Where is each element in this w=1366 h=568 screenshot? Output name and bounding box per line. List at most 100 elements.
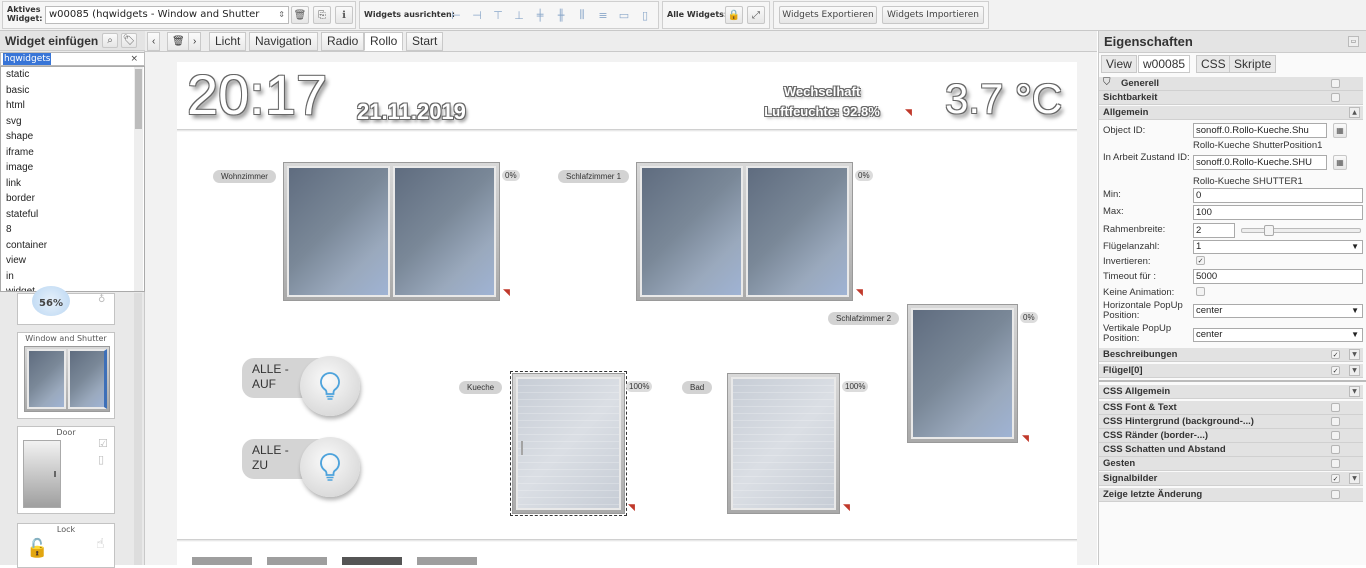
same-width-icon[interactable]: ▭: [616, 7, 632, 23]
section-checkbox[interactable]: [1331, 93, 1340, 102]
window-kueche-selected[interactable]: [510, 371, 627, 516]
section-signalbilder[interactable]: Signalbilder ✓ ▼: [1099, 472, 1363, 486]
same-height-icon[interactable]: ▯: [637, 7, 653, 23]
widget-card-lock[interactable]: Lock 🔓 ☝: [17, 523, 115, 568]
align-center-h-icon[interactable]: ╫: [553, 7, 569, 23]
copy-icon[interactable]: ⎘: [313, 6, 331, 24]
section-checkbox[interactable]: [1331, 79, 1340, 88]
section-sichtbarkeit[interactable]: Sichtbarkeit: [1099, 91, 1363, 105]
dropdown-scrollbar[interactable]: [134, 67, 143, 291]
widget-set-dropdown[interactable]: static basic html svg shape iframe image link bo…: [0, 66, 145, 292]
view-tab-radio[interactable]: Radio: [321, 32, 365, 51]
tab-delete-icon[interactable]: 🗑: [167, 32, 190, 51]
delete-icon[interactable]: 🗑: [291, 6, 309, 24]
dropdown-item[interactable]: link: [1, 176, 144, 192]
view-tab-navigation[interactable]: Navigation: [249, 32, 318, 51]
tab-scripts[interactable]: Skripte: [1229, 55, 1277, 73]
widget-card-window-shutter[interactable]: Window and Shutter: [17, 332, 115, 419]
align-bottom-icon[interactable]: ⊥: [511, 7, 527, 23]
section-checkbox[interactable]: [1331, 403, 1340, 412]
section-checkbox[interactable]: ✓: [1331, 474, 1340, 483]
align-right-icon[interactable]: ⊣: [469, 7, 485, 23]
expand-down-icon[interactable]: ▼: [1349, 473, 1360, 484]
widget-search-input[interactable]: hqwidgets ×: [0, 52, 145, 66]
section-css-shadow[interactable]: CSS Schatten und Abstand: [1099, 443, 1363, 457]
section-checkbox[interactable]: ✓: [1331, 350, 1340, 359]
section-checkbox[interactable]: ✓: [1331, 366, 1340, 375]
dropdown-item[interactable]: static: [1, 67, 144, 83]
section-css-font[interactable]: CSS Font & Text: [1099, 401, 1363, 415]
alle-zu-button[interactable]: ALLE - ZU: [242, 437, 367, 501]
section-css-background[interactable]: CSS Hintergrund (background-...): [1099, 415, 1363, 429]
section-css-allgemein[interactable]: CSS Allgemein ▼: [1099, 385, 1363, 399]
dropdown-item[interactable]: basic: [1, 83, 144, 99]
no-animation-checkbox[interactable]: [1196, 287, 1205, 296]
window-wohnzimmer[interactable]: [283, 162, 500, 301]
collapse-up-icon[interactable]: ▲: [1349, 107, 1360, 118]
widget-card-dimmer[interactable]: 56% ♁: [17, 286, 115, 325]
section-letzte-aenderung[interactable]: Zeige letzte Änderung: [1099, 488, 1363, 502]
export-widgets-button[interactable]: Widgets Exportieren: [779, 6, 877, 24]
expand-down-icon[interactable]: ▼: [1349, 365, 1360, 376]
min-input[interactable]: 0: [1193, 188, 1363, 203]
object-picker-icon[interactable]: ▦: [1333, 155, 1347, 170]
tab-next-icon[interactable]: ›: [188, 32, 202, 51]
dropdown-item[interactable]: iframe: [1, 145, 144, 161]
slider-handle[interactable]: [1264, 225, 1274, 236]
section-checkbox[interactable]: [1331, 431, 1340, 440]
object-picker-icon[interactable]: ▦: [1333, 123, 1347, 138]
expand-down-icon[interactable]: ▼: [1349, 386, 1360, 397]
section-css-border[interactable]: CSS Ränder (border-...): [1099, 429, 1363, 443]
tag-icon[interactable]: 🏷: [121, 33, 137, 48]
tab-css[interactable]: CSS: [1196, 55, 1231, 73]
dropdown-item[interactable]: view: [1, 253, 144, 269]
dropdown-item[interactable]: 8: [1, 222, 144, 238]
wings-select[interactable]: 1 ▼: [1193, 240, 1363, 254]
search-icon[interactable]: ⌕: [102, 33, 118, 48]
window-bad[interactable]: [727, 373, 840, 514]
distribute-h-icon[interactable]: ⫼: [574, 7, 590, 23]
section-checkbox[interactable]: [1331, 417, 1340, 426]
section-generell[interactable]: ⛉ Generell: [1099, 77, 1363, 91]
view-tab-licht[interactable]: Licht: [209, 32, 247, 51]
invert-checkbox[interactable]: ✓: [1196, 256, 1205, 265]
collapse-icon[interactable]: ▭: [1348, 36, 1359, 47]
object-id-input[interactable]: sonoff.0.Rollo-Kueche.Shu: [1193, 123, 1327, 138]
alle-auf-button[interactable]: ALLE - AUF: [242, 356, 367, 420]
dropdown-item[interactable]: widget: [1, 284, 144, 291]
section-fluegel[interactable]: Flügel[0] ✓ ▼: [1099, 364, 1363, 378]
footer-nav-button[interactable]: [267, 557, 327, 565]
palette-scrollbar[interactable]: [134, 293, 142, 565]
hpos-select[interactable]: center ▼: [1193, 304, 1363, 318]
dropdown-item[interactable]: container: [1, 238, 144, 254]
dropdown-item[interactable]: in: [1, 269, 144, 285]
window-schlafzimmer-2[interactable]: [907, 304, 1018, 443]
frame-width-input[interactable]: 2: [1193, 223, 1235, 238]
timeout-input[interactable]: 5000: [1193, 269, 1363, 284]
import-widgets-button[interactable]: Widgets Importieren: [882, 6, 984, 24]
tab-widget[interactable]: w00085: [1138, 55, 1191, 73]
align-center-v-icon[interactable]: ╪: [532, 7, 548, 23]
tab-prev-icon[interactable]: ‹: [147, 32, 161, 51]
dropdown-item[interactable]: html: [1, 98, 144, 114]
section-checkbox[interactable]: [1331, 490, 1340, 499]
working-id-input[interactable]: sonoff.0.Rollo-Kueche.SHU: [1193, 155, 1327, 170]
lock-icon[interactable]: 🔒: [725, 6, 743, 24]
dropdown-item[interactable]: image: [1, 160, 144, 176]
view-tab-start[interactable]: Start: [406, 32, 444, 51]
footer-nav-button[interactable]: [417, 557, 477, 565]
window-schlafzimmer-1[interactable]: [636, 162, 853, 301]
tab-view[interactable]: View: [1101, 55, 1137, 73]
section-allgemein[interactable]: Allgemein ▲: [1099, 106, 1363, 120]
dropdown-scroll-thumb[interactable]: [135, 69, 142, 129]
frame-width-slider[interactable]: [1241, 225, 1361, 236]
dropdown-item[interactable]: shape: [1, 129, 144, 145]
align-top-icon[interactable]: ⊤: [490, 7, 506, 23]
section-checkbox[interactable]: [1331, 445, 1340, 454]
section-gesten[interactable]: Gesten: [1099, 457, 1363, 471]
align-left-icon[interactable]: ⊢: [448, 7, 464, 23]
widget-card-door[interactable]: Door ☑ ▯: [17, 426, 115, 514]
footer-nav-button[interactable]: [192, 557, 252, 565]
active-widget-select[interactable]: w00085 (hqwidgets - Window and Shutter ⇕: [45, 6, 289, 24]
info-icon[interactable]: ℹ: [335, 6, 353, 24]
